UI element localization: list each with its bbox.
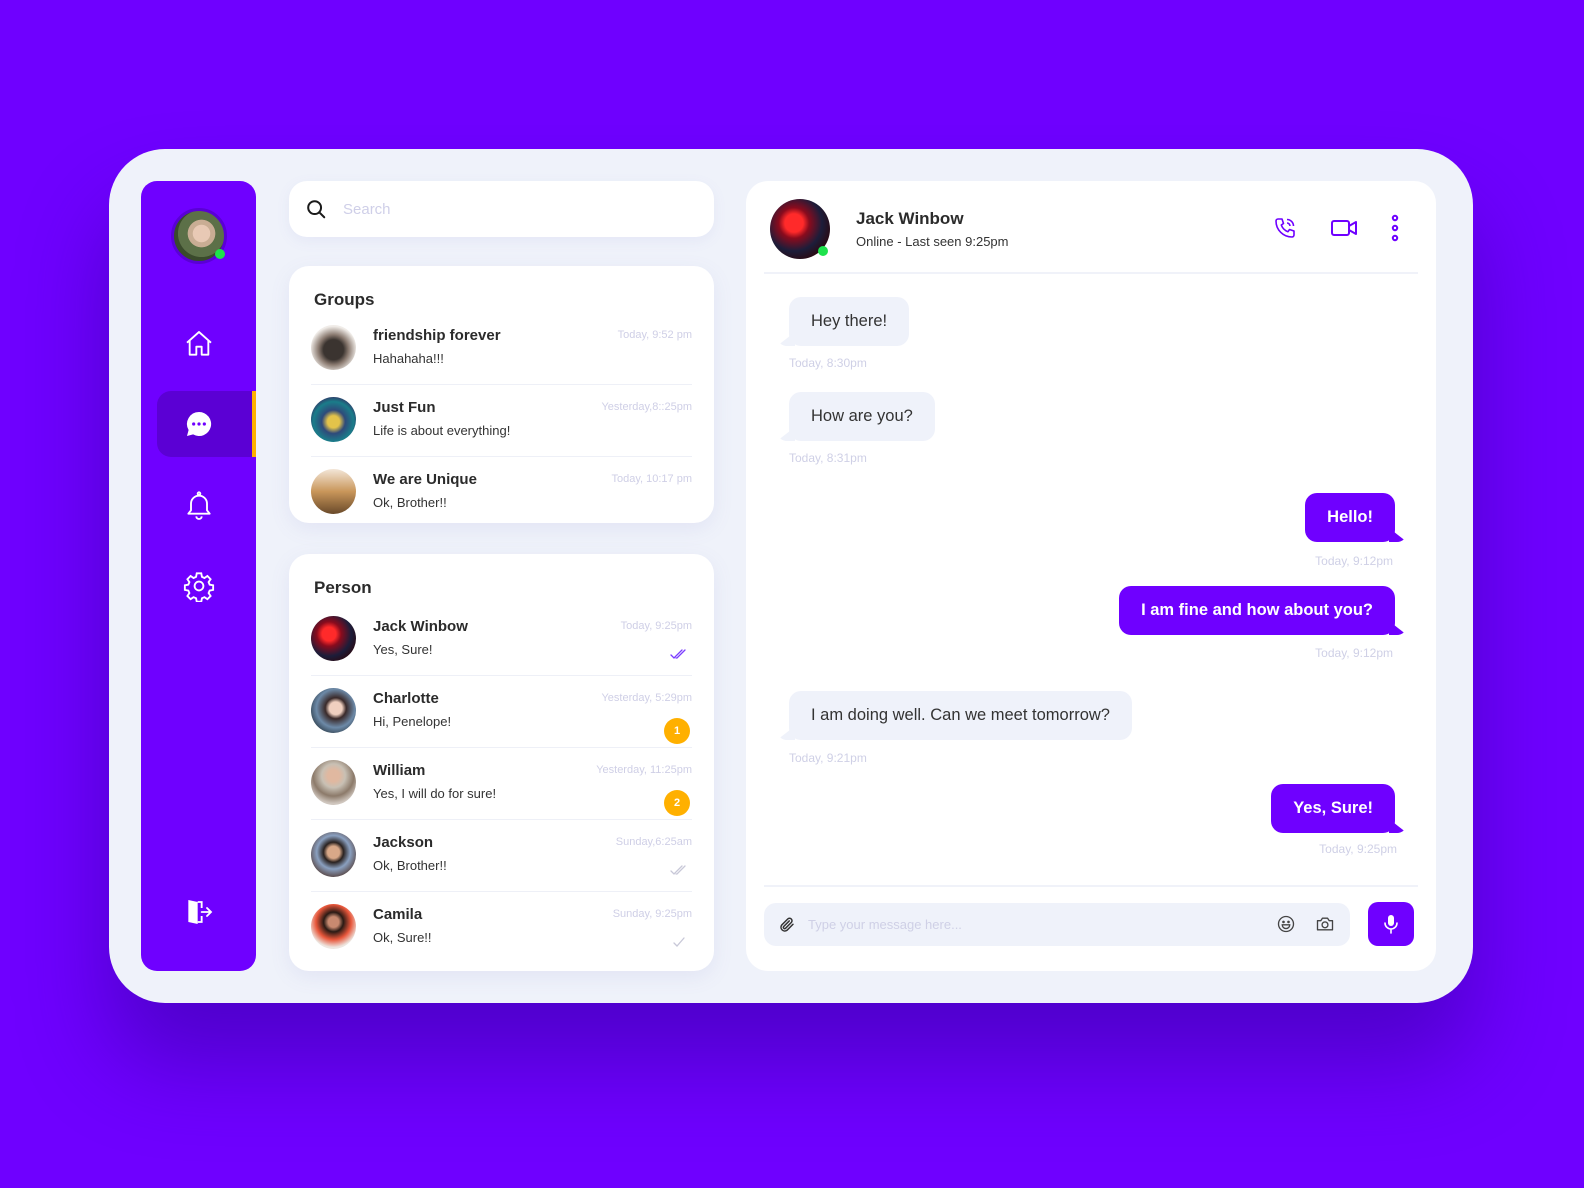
groups-panel: Groups friendship forever Hahahaha!!! To… <box>289 266 714 523</box>
gear-icon <box>183 572 214 602</box>
logout-button[interactable] <box>157 879 256 945</box>
message-time: Today, 9:12pm <box>1315 646 1393 660</box>
message-incoming: Hey there! <box>789 297 910 346</box>
unread-badge: 2 <box>664 790 690 816</box>
more-options-button[interactable] <box>1381 214 1409 242</box>
online-indicator <box>818 246 828 256</box>
message-time: Today, 9:12pm <box>1315 554 1393 568</box>
online-indicator <box>215 249 225 259</box>
group-name: Just Fun <box>373 399 436 416</box>
message-outgoing: Hello! <box>1305 493 1395 542</box>
video-call-button[interactable] <box>1330 214 1358 242</box>
group-row[interactable]: friendship forever Hahahaha!!! Today, 9:… <box>311 313 692 385</box>
person-name: Jackson <box>373 834 434 851</box>
message-incoming: How are you? <box>789 392 935 441</box>
group-preview: Ok, Brother!! <box>373 495 447 510</box>
person-preview: Hi, Penelope! <box>373 714 452 729</box>
person-name: William <box>373 762 426 779</box>
sidebar <box>141 181 256 971</box>
person-time: Sunday, 9:25pm <box>612 908 692 920</box>
persons-title: Person <box>314 578 372 597</box>
emoji-icon[interactable] <box>1276 914 1296 934</box>
person-avatar <box>311 904 356 949</box>
person-row[interactable]: Jackson Ok, Brother!! Sunday,6:25am <box>311 820 692 892</box>
person-row[interactable]: Charlotte Hi, Penelope! Yesterday, 5:29p… <box>311 676 692 748</box>
person-name: Jack Winbow <box>373 618 468 635</box>
person-time: Today, 9:25pm <box>620 620 692 632</box>
contact-status: Online - Last seen 9:25pm <box>856 234 1009 249</box>
persons-panel: Person Jack Winbow Yes, Sure! Today, 9:2… <box>289 554 714 971</box>
double-check-read-icon <box>670 649 686 659</box>
unread-badge: 1 <box>664 718 690 744</box>
group-name: We are Unique <box>373 471 477 488</box>
video-camera-icon <box>1331 220 1357 236</box>
group-avatar <box>311 397 356 442</box>
user-avatar[interactable] <box>171 208 227 264</box>
sidebar-item-notifications[interactable] <box>157 472 256 538</box>
message-outgoing: I am fine and how about you? <box>1119 586 1395 635</box>
message-time: Today, 9:21pm <box>789 751 867 765</box>
phone-icon <box>1275 218 1295 238</box>
group-avatar <box>311 325 356 370</box>
paperclip-icon[interactable] <box>778 916 796 934</box>
person-row[interactable]: Jack Winbow Yes, Sure! Today, 9:25pm <box>311 604 692 676</box>
group-row[interactable]: We are Unique Ok, Brother!! Today, 10:17… <box>311 457 692 529</box>
person-name: Charlotte <box>373 690 439 707</box>
person-avatar <box>311 760 356 805</box>
more-vertical-icon <box>1391 214 1399 242</box>
logout-icon <box>187 900 212 924</box>
person-preview: Ok, Brother!! <box>373 858 447 873</box>
sidebar-item-home[interactable] <box>157 311 256 377</box>
call-button[interactable] <box>1271 214 1299 242</box>
bell-icon <box>186 491 211 520</box>
person-preview: Yes, Sure! <box>373 642 433 657</box>
group-time: Today, 10:17 pm <box>611 473 692 485</box>
message-time: Today, 8:31pm <box>789 451 867 465</box>
message-input[interactable] <box>808 917 1258 932</box>
person-time: Yesterday, 11:25pm <box>596 764 692 776</box>
search-input[interactable] <box>343 200 683 218</box>
group-time: Today, 9:52 pm <box>617 329 692 341</box>
group-name: friendship forever <box>373 327 501 344</box>
camera-icon[interactable] <box>1315 914 1335 934</box>
sidebar-item-settings[interactable] <box>157 553 256 619</box>
person-avatar <box>311 616 356 661</box>
voice-record-button[interactable] <box>1368 902 1414 946</box>
message-outgoing: Yes, Sure! <box>1271 784 1395 833</box>
group-avatar <box>311 469 356 514</box>
person-preview: Yes, I will do for sure! <box>373 786 497 801</box>
chat-panel: Jack Winbow Online - Last seen 9:25pm He… <box>746 181 1436 971</box>
group-row[interactable]: Just Fun Life is about everything! Yeste… <box>311 385 692 457</box>
composer-divider <box>764 885 1418 887</box>
message-time: Today, 9:25pm <box>1319 842 1397 856</box>
microphone-icon <box>1384 915 1398 934</box>
person-avatar <box>311 688 356 733</box>
person-row[interactable]: William Yes, I will do for sure! Yesterd… <box>311 748 692 820</box>
search-icon[interactable] <box>305 198 327 220</box>
groups-title: Groups <box>314 290 375 309</box>
app-window: Groups friendship forever Hahahaha!!! To… <box>109 149 1473 1003</box>
group-preview: Hahahaha!!! <box>373 351 444 366</box>
group-preview: Life is about everything! <box>373 423 511 438</box>
home-icon <box>185 331 212 356</box>
person-row[interactable]: Camila Ok, Sure!! Sunday, 9:25pm <box>311 892 692 964</box>
search-bar <box>289 181 714 237</box>
person-name: Camila <box>373 906 423 923</box>
chat-icon <box>186 411 211 436</box>
person-time: Sunday,6:25am <box>615 836 692 848</box>
double-check-delivered-icon <box>670 865 686 875</box>
sidebar-item-chat[interactable] <box>157 391 256 457</box>
message-time: Today, 8:30pm <box>789 356 867 370</box>
group-time: Yesterday,8::25pm <box>601 401 692 413</box>
person-time: Yesterday, 5:29pm <box>601 692 692 704</box>
contact-name: Jack Winbow <box>856 209 964 228</box>
person-avatar <box>311 832 356 877</box>
message-incoming: I am doing well. Can we meet tomorrow? <box>789 691 1132 740</box>
header-divider <box>764 272 1418 274</box>
check-sent-icon <box>673 937 685 947</box>
message-composer <box>764 903 1350 946</box>
person-preview: Ok, Sure!! <box>373 930 432 945</box>
contact-avatar[interactable] <box>770 199 830 259</box>
